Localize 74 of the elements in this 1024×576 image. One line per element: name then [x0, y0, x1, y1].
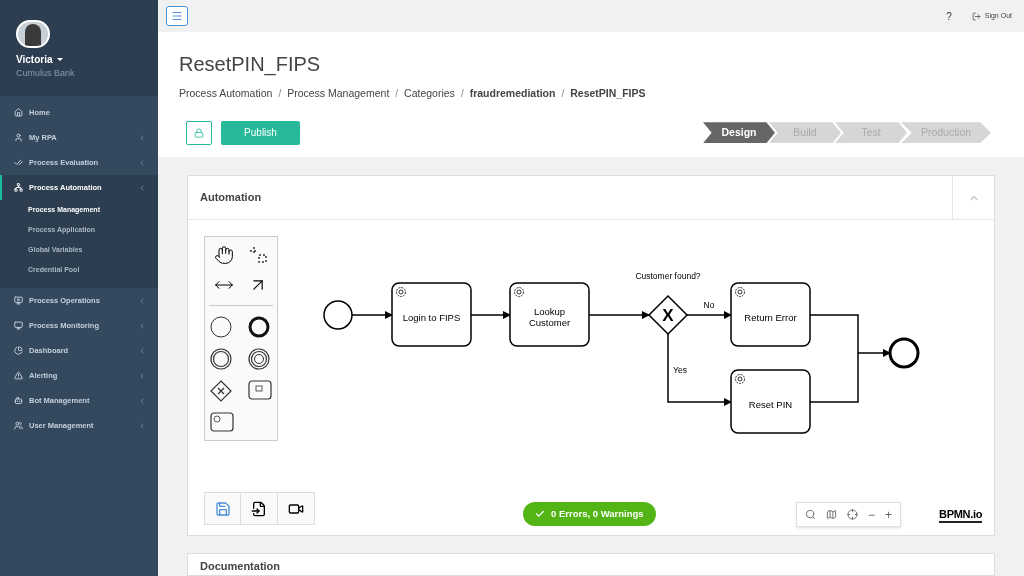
robot-icon [14, 396, 23, 405]
chevron-icon [138, 158, 146, 167]
hand-tool-icon[interactable] [214, 245, 234, 265]
chevron-icon [138, 421, 146, 430]
breadcrumb-link[interactable]: Process Automation [179, 86, 273, 102]
intermediate-event-icon[interactable] [210, 348, 232, 370]
start-event-icon[interactable] [210, 316, 232, 338]
search-icon[interactable] [805, 509, 816, 520]
gateway-label: Customer found? [635, 271, 701, 281]
task-label: Lookup Customer [527, 305, 572, 330]
warning-icon [14, 371, 23, 380]
bpmn-logo[interactable]: BPMN.io [939, 508, 983, 523]
chevron-icon [138, 346, 146, 355]
gear-icon [735, 374, 745, 384]
gear-icon [514, 287, 524, 297]
validation-badge: 0 Errors, 0 Warnings [523, 502, 656, 526]
check-icon [535, 509, 545, 519]
menu-button[interactable] [166, 6, 188, 26]
breadcrumb-link[interactable]: ResetPIN_FIPS [570, 86, 646, 102]
flow-label: No [703, 300, 715, 310]
chevron-icon [138, 321, 146, 330]
save-icon [214, 500, 231, 517]
lasso-tool-icon[interactable] [248, 245, 268, 265]
breadcrumb-link[interactable]: fraudremediation [469, 86, 556, 102]
avatar[interactable] [16, 20, 50, 48]
gear-icon [396, 287, 406, 297]
help-button[interactable]: ? [946, 8, 952, 24]
home-icon [14, 108, 23, 117]
file-import-icon [251, 500, 267, 517]
breadcrumb-separator: / [561, 87, 565, 102]
task-label: Return Error [743, 310, 798, 325]
gear-icon [735, 287, 745, 297]
zoom-in-button[interactable]: + [885, 505, 893, 524]
zoom-out-button[interactable]: − [868, 505, 875, 524]
user-icon [14, 133, 23, 142]
chevron-icon [138, 396, 146, 405]
exclusive-gateway: X [647, 294, 689, 336]
crosshair-icon[interactable] [847, 509, 858, 520]
gateway-icon[interactable] [210, 380, 232, 402]
stage-step[interactable]: Design [703, 122, 775, 144]
end-event [888, 337, 920, 369]
checkmark-icon [14, 158, 23, 167]
screen-icon [14, 296, 23, 305]
organization-name: Cumulus Bank [16, 66, 75, 80]
timer-event-icon[interactable] [248, 348, 270, 370]
breadcrumb-link[interactable]: Process Management [287, 86, 390, 102]
panel-title: Automation [199, 190, 263, 206]
caret-icon[interactable] [56, 57, 63, 61]
lock-icon [194, 127, 204, 138]
flow-label: Yes [673, 365, 687, 375]
end-event-icon[interactable] [248, 316, 270, 338]
start-event [323, 300, 353, 330]
sign-out-icon [971, 11, 981, 21]
chevron-icon [138, 183, 146, 192]
task-icon[interactable] [248, 380, 272, 400]
map-icon[interactable] [826, 509, 837, 520]
network-icon [14, 183, 23, 192]
chevron-icon [138, 371, 146, 380]
chevron-icon [138, 296, 146, 305]
user-name[interactable]: Victoria [16, 51, 53, 67]
panel-title: Documentation [199, 558, 281, 574]
breadcrumb-separator: / [395, 87, 399, 102]
menu-icon [171, 10, 183, 22]
users-icon [14, 421, 23, 430]
breadcrumb-separator: / [460, 87, 464, 102]
subprocess-icon[interactable] [210, 412, 234, 432]
task-label: Login to FIPS [401, 310, 462, 325]
pie-chart-icon [14, 346, 23, 355]
page-title: ResetPIN_FIPS [179, 52, 322, 76]
monitor-icon [14, 321, 23, 330]
task-label: Reset PIN [747, 397, 794, 412]
breadcrumb-separator: / [278, 87, 282, 102]
chevron-icon [138, 133, 146, 142]
breadcrumb-link[interactable]: Categories [404, 86, 455, 102]
